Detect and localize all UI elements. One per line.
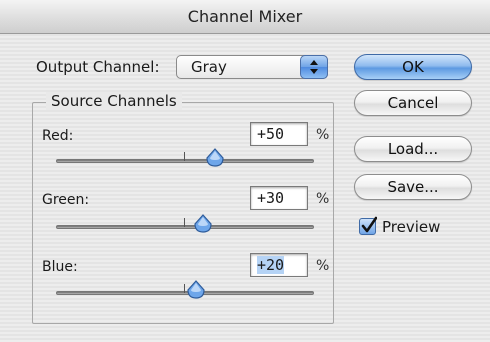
channel-mixer-dialog: Channel Mixer Output Channel: Gray Sourc… [0,0,490,342]
preview-checkbox[interactable] [359,216,377,235]
green-slider-zero-tick [184,218,185,227]
blue-percent-sign: % [316,258,330,274]
blue-slider-thumb[interactable] [186,280,206,300]
title-bar[interactable]: Channel Mixer [0,0,490,34]
red-slider-zero-tick [184,152,185,161]
red-slider-track[interactable] [56,159,314,163]
updown-arrows-icon [300,55,328,79]
green-slider-track[interactable] [56,225,314,229]
green-percent-sign: % [316,191,330,207]
red-value: +50 [257,125,285,143]
red-slider-thumb[interactable] [205,148,225,168]
preview-label[interactable]: Preview [382,218,440,236]
blue-value: +20 [257,256,285,274]
checkmark-icon [361,216,377,233]
red-value-field[interactable]: +50 [250,122,308,146]
blue-slider-track[interactable] [56,291,314,295]
window-title: Channel Mixer [187,7,303,26]
save-button[interactable]: Save... [354,174,472,200]
blue-slider-zero-tick [184,284,185,293]
output-channel-label: Output Channel: [36,58,160,76]
load-button[interactable]: Load... [354,136,472,162]
source-channels-title: Source Channels [46,92,182,110]
cancel-button[interactable]: Cancel [354,90,472,116]
red-label: Red: [42,128,74,144]
output-channel-select[interactable]: Gray [176,55,328,79]
blue-label: Blue: [42,259,78,275]
green-label: Green: [42,192,90,208]
output-channel-value: Gray [191,58,227,76]
red-percent-sign: % [316,127,330,143]
green-slider-thumb[interactable] [193,214,213,234]
green-value-field[interactable]: +30 [250,186,308,210]
green-value: +30 [257,189,285,207]
blue-value-field[interactable]: +20 [250,253,308,277]
ok-button[interactable]: OK [354,54,472,80]
